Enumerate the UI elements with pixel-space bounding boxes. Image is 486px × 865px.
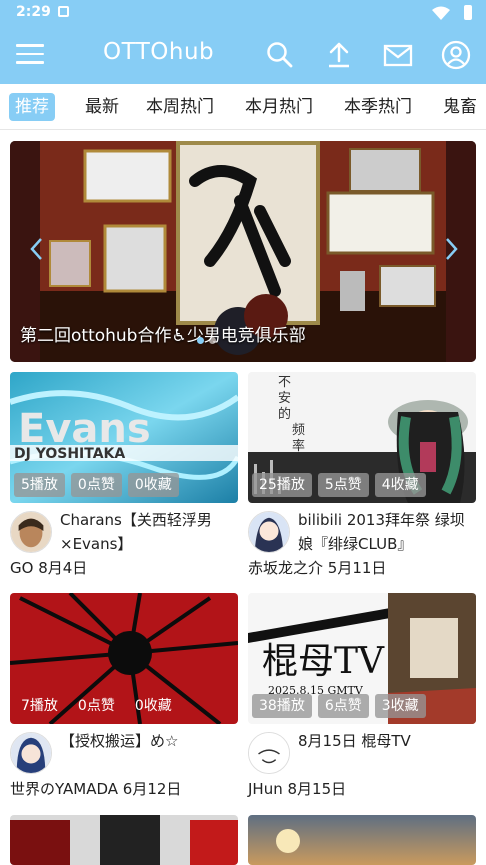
battery-icon (464, 5, 472, 20)
tab-monthly-hot[interactable]: 本月热门 (245, 93, 313, 121)
category-tabs: 推荐 最新 本周热门 本月热门 本季热门 鬼畜 (0, 84, 486, 130)
upload-date: 6月12日 (122, 780, 182, 798)
video-card[interactable]: 不安的频率 25播放 5点赞 4收藏 bilibili 2013拜年祭 绿坝娘『… (248, 372, 476, 582)
video-stats: 25播放 5点赞 4收藏 (252, 473, 432, 497)
banner-prev-arrow[interactable] (28, 237, 46, 261)
thumbnail-subtext: DJ YOSHITAKA (14, 446, 125, 462)
tab-kichiku[interactable]: 鬼畜 (443, 93, 477, 121)
wifi-icon (432, 6, 450, 20)
tab-recommended[interactable]: 推荐 (9, 93, 55, 121)
favorite-count: 4收藏 (374, 473, 426, 497)
video-title[interactable]: Charans【关西轻浮男×Evans】 (60, 508, 240, 556)
menu-icon[interactable] (16, 44, 44, 66)
video-thumbnail-partial[interactable] (10, 815, 238, 865)
thumbnail-overlay-text: 棍母TV (262, 641, 385, 682)
favorite-count: 0收藏 (134, 698, 172, 714)
mail-icon[interactable] (383, 40, 413, 70)
video-stats: 38播放 6点赞 3收藏 (252, 694, 432, 718)
video-card[interactable]: 7播放 0点赞 0收藏 【授权搬运】め☆ 世界のYAMADA 6月12日 (10, 593, 238, 803)
play-count: 25播放 (252, 473, 312, 497)
uploader-avatar[interactable] (248, 732, 290, 774)
play-count: 5播放 (14, 473, 65, 497)
banner-carousel[interactable]: 第二回ottohub合作♿少男电竞俱乐部 (10, 141, 476, 362)
svg-text:率: 率 (292, 438, 305, 454)
uploader-avatar[interactable] (248, 511, 290, 553)
svg-text:安: 安 (278, 391, 291, 406)
upload-date: 8月15日 (287, 780, 347, 798)
video-meta: GO 8月4日 (10, 557, 87, 578)
search-icon[interactable] (265, 40, 295, 70)
tab-weekly-hot[interactable]: 本周热门 (146, 93, 214, 121)
like-count: 0点赞 (77, 698, 115, 714)
banner-dot[interactable] (209, 337, 216, 344)
app-title: OTTOhub (103, 39, 215, 65)
video-title[interactable]: 【授权搬运】め☆ (60, 729, 240, 753)
upload-date: 5月11日 (327, 559, 387, 577)
video-title[interactable]: 8月15日 棍母TV (298, 729, 478, 753)
app-bar: OTTOhub (0, 26, 486, 84)
video-meta: 赤坂龙之介 5月11日 (248, 557, 386, 578)
svg-text:的: 的 (278, 406, 291, 422)
video-stats: 5播放 0点赞 0收藏 (14, 473, 185, 497)
video-title[interactable]: bilibili 2013拜年祭 绿坝娘『绯绿CLUB』 (298, 508, 478, 556)
tab-latest[interactable]: 最新 (85, 93, 119, 121)
play-count: 38播放 (252, 694, 312, 718)
video-thumbnail-partial[interactable] (248, 815, 476, 865)
video-meta: 世界のYAMADA 6月12日 (10, 778, 181, 799)
tab-season-hot[interactable]: 本季热门 (344, 93, 412, 121)
like-count: 5点赞 (317, 473, 369, 497)
uploader-name[interactable]: 世界のYAMADA (10, 780, 118, 798)
svg-text:频: 频 (292, 423, 305, 438)
like-count: 0点赞 (70, 473, 122, 497)
uploader-name[interactable]: 赤坂龙之介 (248, 559, 323, 577)
uploader-name[interactable]: JHun (248, 780, 283, 798)
status-time: 2:29 (16, 4, 51, 20)
video-stats: 7播放 0点赞 0收藏 (14, 694, 185, 718)
banner-next-arrow[interactable] (442, 237, 460, 261)
video-meta: JHun 8月15日 (248, 778, 346, 799)
notification-icon (58, 6, 69, 17)
uploader-avatar[interactable] (10, 511, 52, 553)
svg-text:不: 不 (278, 375, 291, 390)
uploader-name[interactable]: GO (10, 559, 33, 577)
account-icon[interactable] (441, 40, 471, 70)
upload-icon[interactable] (324, 40, 354, 70)
video-card[interactable]: 棍母TV 2025.8.15 GMTV 38播放 6点赞 3收藏 8月15日 棍… (248, 593, 476, 803)
favorite-count: 3收藏 (374, 694, 426, 718)
play-count: 7播放 (21, 698, 58, 714)
uploader-avatar[interactable] (10, 732, 52, 774)
status-bar: 2:29 (0, 0, 486, 26)
video-card[interactable]: Evans DJ YOSHITAKA 5播放 0点赞 0收藏 Charans【关… (10, 372, 238, 582)
upload-date: 8月4日 (38, 559, 88, 577)
banner-caption: 第二回ottohub合作♿少男电竞俱乐部 (20, 326, 306, 346)
like-count: 6点赞 (317, 694, 369, 718)
favorite-count: 0收藏 (127, 473, 179, 497)
banner-dot-active[interactable] (197, 337, 204, 344)
